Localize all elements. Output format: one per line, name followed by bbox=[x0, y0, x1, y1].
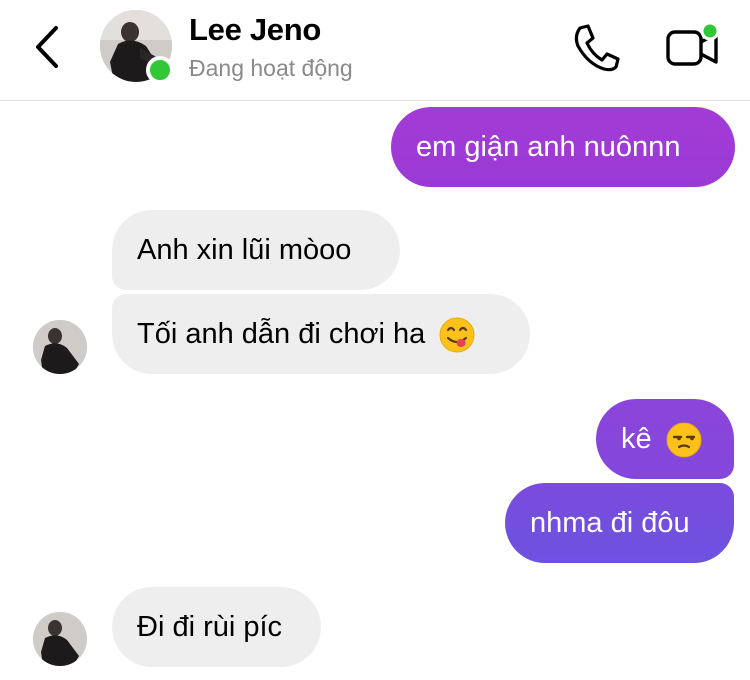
message-text: Tối anh dẫn đi chơi ha bbox=[137, 318, 426, 350]
message-text: nhma đi đôu bbox=[530, 507, 690, 539]
sender-avatar[interactable] bbox=[33, 612, 87, 666]
incoming-message[interactable]: Anh xin lũi mòoo bbox=[112, 210, 400, 290]
yum-face-emoji-icon bbox=[439, 317, 475, 353]
sender-avatar[interactable] bbox=[33, 320, 87, 374]
outgoing-message[interactable]: em giận anh nuônnn bbox=[391, 107, 735, 187]
outgoing-message[interactable]: nhma đi đôu bbox=[505, 483, 734, 563]
contact-avatar[interactable] bbox=[100, 10, 174, 84]
back-chevron-icon[interactable] bbox=[28, 24, 68, 70]
message-text: Đi đi rùi píc bbox=[137, 611, 283, 643]
chat-header: Lee Jeno Đang hoạt động bbox=[0, 0, 750, 101]
incoming-message[interactable]: Tối anh dẫn đi chơi ha bbox=[112, 294, 530, 374]
outgoing-message[interactable]: kê bbox=[596, 399, 734, 479]
unamused-face-emoji-icon bbox=[666, 422, 702, 458]
video-camera-icon[interactable] bbox=[664, 20, 724, 72]
online-indicator bbox=[146, 56, 174, 84]
phone-icon[interactable] bbox=[570, 22, 622, 72]
active-status: Đang hoạt động bbox=[189, 55, 353, 81]
message-text: kê bbox=[621, 423, 652, 455]
message-text: Anh xin lũi mòoo bbox=[137, 234, 352, 266]
message-text: em giận anh nuônnn bbox=[416, 131, 681, 163]
incoming-message[interactable]: Đi đi rùi píc bbox=[112, 587, 321, 667]
contact-name[interactable]: Lee Jeno bbox=[189, 12, 321, 48]
